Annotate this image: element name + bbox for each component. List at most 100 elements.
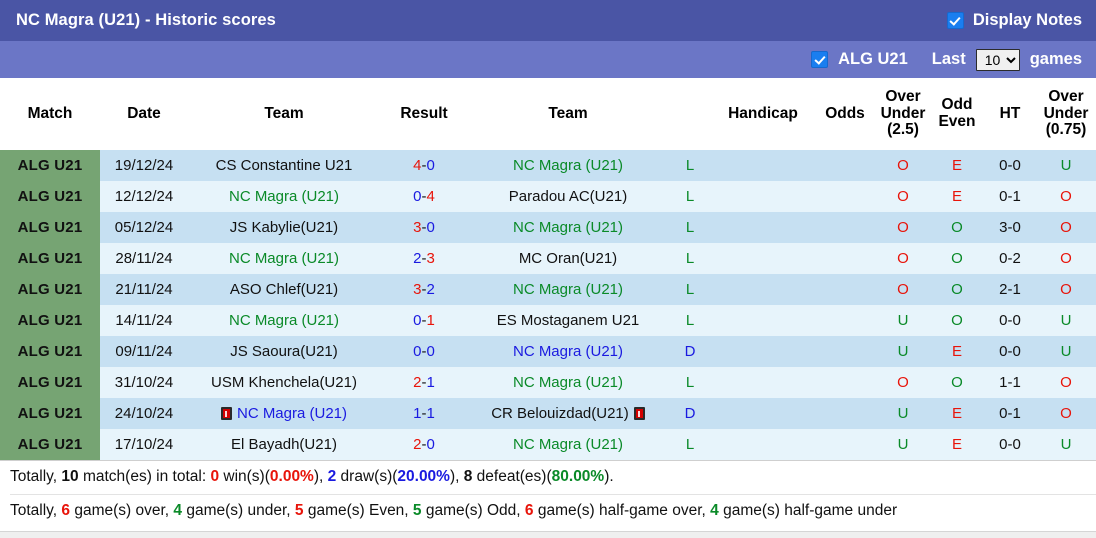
cell-home-team[interactable]: NC Magra (U21) — [188, 305, 380, 336]
cell-home-team[interactable]: NC Magra (U21) — [188, 243, 380, 274]
cell-league: ALG U21 — [0, 243, 100, 274]
league-filter-checkbox[interactable] — [811, 51, 828, 68]
cell-away-team[interactable]: MC Oran(U21) — [468, 243, 668, 274]
table-row[interactable]: ALG U2105/12/24JS Kabylie(U21)3-0NC Magr… — [0, 212, 1096, 243]
cell-league: ALG U21 — [0, 212, 100, 243]
cell-over-under-25: O — [876, 150, 930, 181]
ou075-line2: Under — [1044, 105, 1089, 122]
games-count-select[interactable]: 5102030 — [976, 49, 1020, 71]
col-header-ht: HT — [984, 78, 1036, 150]
cell-home-team[interactable]: ASO Chlef(U21) — [188, 274, 380, 305]
cell-date: 12/12/24 — [100, 181, 188, 212]
cell-over-under-075: O — [1036, 274, 1096, 305]
table-row[interactable]: ALG U2117/10/24El Bayadh(U21)2-0NC Magra… — [0, 429, 1096, 460]
home-team-name: NC Magra (U21) — [229, 188, 339, 205]
cell-ht: 0-0 — [984, 336, 1036, 367]
home-team-name: USM Khenchela(U21) — [211, 374, 357, 391]
cell-handicap — [712, 367, 814, 398]
cell-over-under-075: O — [1036, 243, 1096, 274]
cell-home-team[interactable]: USM Khenchela(U21) — [188, 367, 380, 398]
sum1-mid2: win(s)( — [219, 468, 270, 485]
home-team-name: CS Constantine U21 — [216, 157, 353, 174]
table-row[interactable]: ALG U2109/11/24JS Saoura(U21)0-0NC Magra… — [0, 336, 1096, 367]
cell-league: ALG U21 — [0, 367, 100, 398]
away-team-name: NC Magra (U21) — [513, 157, 623, 174]
cell-odds — [814, 336, 876, 367]
panel-title-bar: NC Magra (U21) - Historic scores Display… — [0, 0, 1096, 41]
cell-league: ALG U21 — [0, 181, 100, 212]
cell-away-team[interactable]: CR Belouizdad(U21) — [468, 398, 668, 429]
cell-over-under-075: O — [1036, 367, 1096, 398]
cell-away-team[interactable]: NC Magra (U21) — [468, 274, 668, 305]
home-team-name: NC Magra (U21) — [237, 405, 347, 422]
cell-away-team[interactable]: NC Magra (U21) — [468, 429, 668, 460]
score-away: 0 — [427, 343, 435, 360]
cell-home-team[interactable]: JS Kabylie(U21) — [188, 212, 380, 243]
cell-result: 1-1 — [380, 398, 468, 429]
historic-scores-panel: NC Magra (U21) - Historic scores Display… — [0, 0, 1096, 538]
cell-away-team[interactable]: NC Magra (U21) — [468, 336, 668, 367]
cell-home-team[interactable]: JS Saoura(U21) — [188, 336, 380, 367]
cell-outcome: L — [668, 181, 712, 212]
cell-away-team[interactable]: NC Magra (U21) — [468, 150, 668, 181]
table-row[interactable]: ALG U2131/10/24USM Khenchela(U21)2-1NC M… — [0, 367, 1096, 398]
cell-result: 3-2 — [380, 274, 468, 305]
score-away: 1 — [427, 405, 435, 422]
cell-ht: 0-0 — [984, 305, 1036, 336]
sum1-defeats-pct: 80.00% — [552, 468, 605, 485]
display-notes-checkbox[interactable] — [947, 12, 964, 29]
bottom-strip — [0, 531, 1096, 538]
home-team-name: ASO Chlef(U21) — [230, 281, 338, 298]
cell-league: ALG U21 — [0, 336, 100, 367]
table-row[interactable]: ALG U2124/10/24NC Magra (U21)1-1CR Belou… — [0, 398, 1096, 429]
table-row[interactable]: ALG U2114/11/24NC Magra (U21)0-1ES Mosta… — [0, 305, 1096, 336]
cell-away-team[interactable]: Paradou AC(U21) — [468, 181, 668, 212]
cell-away-team[interactable]: NC Magra (U21) — [468, 367, 668, 398]
score-away: 0 — [427, 219, 435, 236]
filter-bar: ALG U21 Last 5102030 games — [0, 41, 1096, 78]
cell-home-team[interactable]: NC Magra (U21) — [188, 398, 380, 429]
away-team-name: NC Magra (U21) — [513, 219, 623, 236]
display-notes-control[interactable]: Display Notes — [947, 11, 1082, 30]
sum2-t1: game(s) over, — [70, 502, 173, 519]
cell-home-team[interactable]: CS Constantine U21 — [188, 150, 380, 181]
sum2-t5: game(s) half-game over, — [534, 502, 711, 519]
col-header-over-under-075: Over Under (0.75) — [1036, 78, 1096, 150]
cell-home-team[interactable]: NC Magra (U21) — [188, 181, 380, 212]
sum2-t4: game(s) Odd, — [422, 502, 525, 519]
cell-result: 2-3 — [380, 243, 468, 274]
sum1-wins: 0 — [210, 468, 219, 485]
table-row[interactable]: ALG U2128/11/24NC Magra (U21)2-3MC Oran(… — [0, 243, 1096, 274]
cell-handicap — [712, 429, 814, 460]
cell-over-under-25: O — [876, 367, 930, 398]
table-row[interactable]: ALG U2119/12/24CS Constantine U214-0NC M… — [0, 150, 1096, 181]
cell-away-team[interactable]: NC Magra (U21) — [468, 212, 668, 243]
red-card-icon — [634, 407, 645, 420]
cell-result: 2-0 — [380, 429, 468, 460]
cell-odds — [814, 212, 876, 243]
cell-outcome: L — [668, 150, 712, 181]
table-row[interactable]: ALG U2121/11/24ASO Chlef(U21)3-2NC Magra… — [0, 274, 1096, 305]
cell-outcome: L — [668, 305, 712, 336]
cell-odds — [814, 243, 876, 274]
games-label: games — [1030, 50, 1082, 69]
cell-over-under-075: U — [1036, 150, 1096, 181]
last-label: Last — [932, 50, 966, 69]
cell-league: ALG U21 — [0, 398, 100, 429]
cell-outcome: D — [668, 336, 712, 367]
cell-odd-even: O — [930, 274, 984, 305]
cell-home-team[interactable]: El Bayadh(U21) — [188, 429, 380, 460]
ou075-line3: (0.75) — [1046, 121, 1087, 138]
cell-odds — [814, 367, 876, 398]
cell-odds — [814, 429, 876, 460]
score-home: 0 — [413, 343, 421, 360]
cell-over-under-25: O — [876, 212, 930, 243]
cell-away-team[interactable]: ES Mostaganem U21 — [468, 305, 668, 336]
col-header-odd-even: Odd Even — [930, 78, 984, 150]
cell-handicap — [712, 336, 814, 367]
cell-odd-even: O — [930, 305, 984, 336]
score-home: 2 — [413, 250, 421, 267]
table-row[interactable]: ALG U2112/12/24NC Magra (U21)0-4Paradou … — [0, 181, 1096, 212]
cell-odds — [814, 398, 876, 429]
cell-league: ALG U21 — [0, 429, 100, 460]
